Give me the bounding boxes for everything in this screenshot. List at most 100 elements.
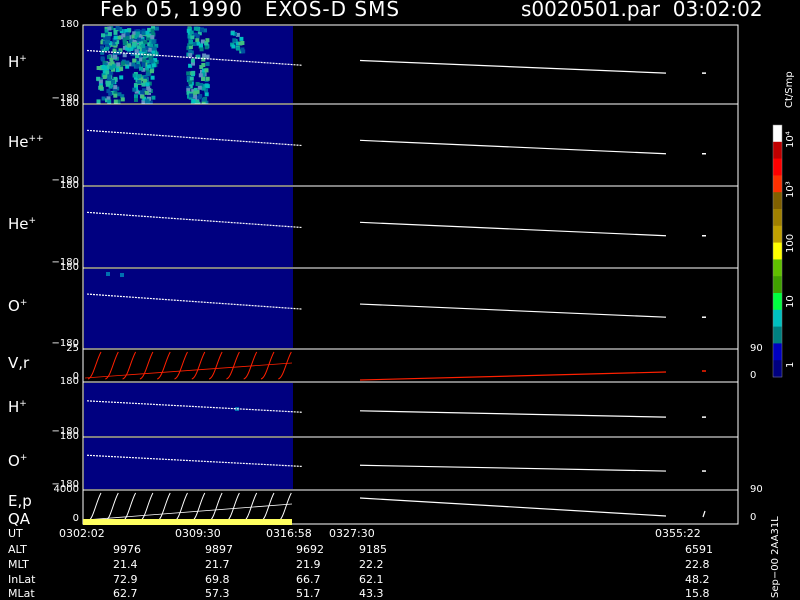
colorbar-tick: 10³ xyxy=(785,181,796,198)
count-pixel xyxy=(230,31,235,36)
count-pixel xyxy=(195,82,200,86)
count-pixel xyxy=(113,54,118,59)
spectrogram-fill xyxy=(84,187,293,267)
count-pixel xyxy=(199,65,204,69)
count-pixel xyxy=(134,97,138,102)
right-tick-max: 90 xyxy=(750,343,763,354)
quality-bar xyxy=(83,519,292,525)
count-pixel xyxy=(135,54,139,59)
count-pixel xyxy=(191,70,196,75)
count-pixel xyxy=(137,79,142,84)
colorbar-tick: 10⁴ xyxy=(785,131,796,148)
y-tick-max: 180 xyxy=(59,262,79,273)
panel-8 xyxy=(82,489,739,525)
footer-value: 0355:22 xyxy=(655,527,701,540)
count-pixel xyxy=(232,38,237,43)
count-pixel xyxy=(205,38,210,43)
panel-label-sup: ++ xyxy=(28,134,44,144)
count-pixel xyxy=(125,60,130,65)
panel-label-text: He xyxy=(8,215,29,233)
count-pixel xyxy=(120,273,124,277)
count-pixel xyxy=(141,47,146,52)
panel-label: V,r xyxy=(8,354,29,372)
panel-label-text: He xyxy=(8,133,29,151)
footer-value: 9897 xyxy=(205,543,233,556)
count-pixel xyxy=(141,31,146,36)
count-pixel xyxy=(191,99,196,103)
colorbar-segment xyxy=(773,276,782,294)
count-pixel xyxy=(240,41,245,45)
count-pixel xyxy=(144,90,149,95)
y-tick-max: 25 xyxy=(66,343,79,354)
panel-label: He++ xyxy=(8,133,44,151)
count-pixel xyxy=(202,53,207,58)
colorbar-segment xyxy=(773,309,782,328)
count-pixel xyxy=(146,64,151,69)
colorbar-unit: Ct/Smp xyxy=(784,71,795,108)
footer-row-label: InLat xyxy=(8,573,36,586)
panel-label-sup: + xyxy=(28,216,37,226)
footer-value: 9692 xyxy=(296,543,324,556)
y-tick-max: 180 xyxy=(59,431,79,442)
panel-5 xyxy=(82,348,739,383)
count-pixel xyxy=(190,58,195,63)
count-pixel xyxy=(198,73,203,78)
footer-value: 0309:30 xyxy=(175,527,221,540)
count-pixel xyxy=(197,85,202,90)
count-pixel xyxy=(188,49,193,54)
count-pixel xyxy=(107,99,112,104)
count-pixel xyxy=(132,87,137,92)
spectrogram-fill xyxy=(84,383,293,436)
footer-value: 9185 xyxy=(359,543,387,556)
count-pixel xyxy=(204,68,209,73)
panel-label-sup: + xyxy=(19,452,28,463)
count-pixel xyxy=(150,28,155,33)
count-pixel xyxy=(132,42,137,47)
count-pixel xyxy=(120,97,125,102)
count-pixel xyxy=(139,66,143,71)
count-pixel xyxy=(186,71,191,76)
count-pixel xyxy=(141,82,146,87)
footer-value: 69.8 xyxy=(205,573,230,586)
spectrogram-fill xyxy=(84,105,293,185)
footer-value: 6591 xyxy=(685,543,713,556)
footer-value: 0327:30 xyxy=(329,527,375,540)
spectrogram-fill xyxy=(84,438,293,489)
count-pixel xyxy=(113,99,118,104)
count-pixel xyxy=(96,99,101,104)
count-pixel xyxy=(141,43,146,48)
panel-3 xyxy=(82,185,739,269)
colorbar-segment xyxy=(773,326,782,344)
footer-value: 48.2 xyxy=(685,573,710,586)
right-tick-min: 0 xyxy=(750,512,757,523)
count-pixel xyxy=(107,80,111,85)
footer-value: 9976 xyxy=(113,543,141,556)
panel-label-text: H xyxy=(8,397,20,416)
count-pixel xyxy=(236,46,241,51)
count-pixel xyxy=(190,35,195,40)
count-pixel xyxy=(198,94,203,98)
footer-value: 0302:02 xyxy=(59,527,105,540)
panel-frame xyxy=(82,489,739,525)
colorbar-segment xyxy=(773,192,782,210)
colorbar-segment xyxy=(773,141,782,160)
footer-value: 51.7 xyxy=(296,587,321,600)
count-pixel xyxy=(150,69,154,74)
y-tick-min: 0 xyxy=(72,513,79,524)
footer-value: 43.3 xyxy=(359,587,384,600)
footer-row-label: ALT xyxy=(8,543,27,556)
spectrogram-fill xyxy=(84,269,293,348)
count-pixel xyxy=(151,95,156,100)
panel-2 xyxy=(82,103,739,187)
footer-value: 57.3 xyxy=(205,587,230,600)
footer-value: 22.2 xyxy=(359,558,384,571)
panel-7 xyxy=(82,436,739,491)
count-pixel xyxy=(193,90,198,95)
count-pixel xyxy=(188,53,193,58)
count-pixel xyxy=(115,68,120,73)
count-pixel xyxy=(117,92,122,97)
panel-label: He+ xyxy=(8,215,36,233)
colorbar-segment xyxy=(773,225,782,244)
plot-stage: Feb 05, 1990 EXOS-D SMS s0020501.par 03:… xyxy=(0,0,800,600)
footer-row-label: UT xyxy=(8,527,23,540)
